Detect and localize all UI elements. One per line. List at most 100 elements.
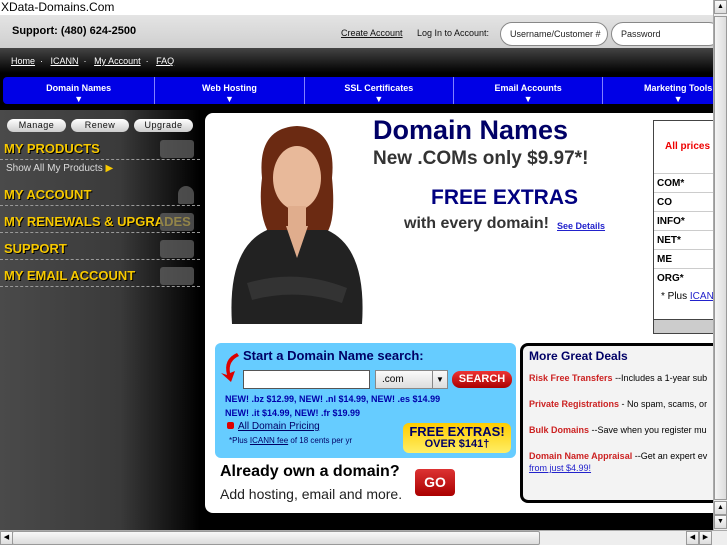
sidebar-renewals-upgrades[interactable]: MY RENEWALS & UPGRADES — [0, 206, 200, 233]
nav-label: Domain Names — [46, 83, 112, 93]
tld-row: INFO* — [654, 211, 713, 230]
deal-name[interactable]: Private Registrations — [529, 399, 619, 409]
scroll-down-icon[interactable]: ▼ — [714, 515, 727, 529]
deal-item[interactable]: Bulk Domains --Save when you register mu — [529, 425, 707, 435]
section-label: MY EMAIL ACCOUNT — [4, 268, 136, 283]
icann-prefix: *Plus — [229, 436, 248, 445]
icann-link[interactable]: ICANN — [690, 291, 713, 302]
free-extras-badge[interactable]: FREE EXTRAS! OVER $141† — [403, 423, 511, 453]
scroll-up-icon[interactable]: ▲ — [714, 0, 727, 14]
all-domain-pricing-link[interactable]: All Domain Pricing — [238, 421, 320, 432]
chevron-down-icon: ▼ — [523, 94, 533, 104]
badge-subtitle: OVER $141† — [424, 438, 490, 450]
chevron-down-icon: ▼ — [225, 94, 234, 104]
scroll-left-icon[interactable]: ◀ — [686, 531, 699, 545]
nav-email-accounts[interactable]: Email Accounts ▼ — [454, 77, 604, 104]
tld-row: ME — [654, 249, 713, 268]
domain-search-box: Start a Domain Name search: .com ▼ SEARCH… — [215, 343, 516, 458]
section-label: SUPPORT — [4, 241, 67, 256]
scroll-right-icon[interactable]: ▶ — [699, 531, 712, 545]
renew-button[interactable]: Renew — [71, 119, 129, 132]
chevron-down-icon: ▼ — [74, 94, 84, 104]
woman-photo — [231, 126, 363, 324]
appraisal-price-link[interactable]: from just $4.99! — [529, 463, 591, 473]
deal-desc: - No spam, scams, or — [621, 399, 708, 409]
login-label: Log In to Account: — [417, 28, 490, 38]
sidebar-email-account[interactable]: MY EMAIL ACCOUNT — [0, 260, 200, 287]
deal-item[interactable]: Private Registrations - No spam, scams, … — [529, 399, 707, 409]
phone-icon — [160, 240, 194, 258]
username-input[interactable]: Username/Customer # — [500, 22, 608, 46]
show-all-products-link[interactable]: Show All My Products ▶ — [6, 163, 113, 174]
deal-desc: --Save when you register mu — [591, 425, 707, 435]
password-input[interactable]: Password — [611, 22, 721, 46]
bullet-icon — [227, 422, 234, 429]
hero-subtitle: New .COMs only $9.97*! — [373, 148, 589, 169]
create-account-link[interactable]: Create Account — [341, 28, 403, 38]
icann-suffix: of 18 cents per yr — [290, 436, 353, 445]
vertical-scrollbar[interactable]: ▲ ▲ ▼ — [713, 0, 727, 530]
scroll-up-icon[interactable]: ▲ — [714, 501, 727, 515]
see-details-link[interactable]: See Details — [557, 221, 605, 231]
badge-title: FREE EXTRAS! — [409, 424, 505, 439]
tld-row: NET* — [654, 230, 713, 249]
nav-label: Web Hosting — [202, 83, 257, 93]
deal-name[interactable]: Risk Free Transfers — [529, 373, 613, 383]
new-tlds-line: NEW! .bz $12.99, NEW! .nl $14.99, NEW! .… — [225, 394, 441, 404]
breadcrumb-icann[interactable]: ICANN — [51, 56, 79, 66]
breadcrumb-home[interactable]: Home — [11, 56, 35, 66]
all-domain-pricing[interactable]: All Domain Pricing — [227, 421, 320, 432]
window-title: XData-Domains.Com — [0, 0, 713, 15]
domain-search-input[interactable] — [243, 370, 370, 389]
tld-select[interactable]: .com ▼ — [375, 370, 448, 389]
price-note: * Plus ICANN — [661, 291, 713, 302]
tld-row: COM* — [654, 173, 713, 192]
breadcrumb-my-account[interactable]: My Account — [94, 56, 141, 66]
deal-item[interactable]: Risk Free Transfers --Includes a 1-year … — [529, 373, 707, 383]
all-prices-label: All prices — [665, 141, 711, 152]
sidebar-my-account[interactable]: MY ACCOUNT — [0, 180, 200, 206]
breadcrumb-faq[interactable]: FAQ — [156, 56, 174, 66]
sidebar-support[interactable]: SUPPORT — [0, 233, 200, 260]
main-nav: Domain Names ▼ Web Hosting ▼ SSL Certifica… — [3, 77, 713, 104]
nav-label: Marketing Tools — [643, 83, 713, 93]
new-tlds-line: NEW! .it $14.99, NEW! .fr $19.99 — [225, 408, 361, 418]
nav-ssl-certificates[interactable]: SSL Certificates ▼ — [305, 77, 454, 104]
user-icon — [178, 186, 194, 204]
tld-row: ORG* — [654, 268, 713, 287]
search-button[interactable]: SEARCH — [452, 371, 512, 388]
breadcrumb: Home · ICANN · My Account · FAQ — [11, 56, 175, 66]
section-label: MY PRODUCTS — [4, 141, 100, 156]
arrow-up-icon — [160, 213, 194, 231]
free-extras-heading: FREE EXTRAS — [431, 186, 579, 209]
section-label: MY ACCOUNT — [4, 187, 92, 202]
already-own-subtitle: Add hosting, email and more. — [220, 486, 403, 502]
nav-marketing-tools[interactable]: Marketing Tools ▼ — [603, 77, 713, 104]
envelope-icon — [160, 267, 194, 285]
more-great-deals: More Great Deals Risk Free Transfers --I… — [520, 343, 713, 503]
vertical-scroll-thumb[interactable] — [714, 16, 727, 500]
sidebar-my-products[interactable]: MY PRODUCTS — [0, 133, 200, 160]
note-text: * Plus — [661, 291, 688, 302]
search-title: Start a Domain Name search: — [243, 348, 424, 363]
go-button[interactable]: GO — [415, 469, 455, 496]
upgrade-button[interactable]: Upgrade — [134, 119, 193, 132]
nav-domain-names[interactable]: Domain Names ▼ — [3, 77, 156, 104]
icann-note: *Plus ICANN fee of 18 cents per yr — [229, 436, 352, 445]
hero-title: Domain Names — [373, 115, 569, 145]
deal-name[interactable]: Domain Name Appraisal — [529, 451, 632, 461]
horizontal-scroll-thumb[interactable] — [12, 531, 540, 545]
icann-fee-link[interactable]: ICANN fee — [250, 436, 288, 445]
tld-row: CO — [654, 192, 713, 211]
chevron-down-icon: ▼ — [673, 94, 683, 104]
deal-item[interactable]: Domain Name Appraisal --Get an expert ev — [529, 451, 707, 461]
top-header: Support: (480) 624-2500 Create Account L… — [0, 15, 721, 48]
chevron-down-icon: ▼ — [374, 94, 384, 104]
deal-name[interactable]: Bulk Domains — [529, 425, 589, 435]
price-table: All prices COM* CO INFO* NET* ME ORG* * … — [653, 120, 713, 334]
nav-web-hosting[interactable]: Web Hosting ▼ — [155, 77, 305, 104]
manage-button[interactable]: Manage — [7, 119, 66, 132]
arrow-right-icon: ▶ — [105, 163, 114, 174]
horizontal-scrollbar[interactable]: ◀ ◀ ▶ — [0, 530, 727, 545]
deal-desc: --Includes a 1-year sub — [615, 373, 708, 383]
